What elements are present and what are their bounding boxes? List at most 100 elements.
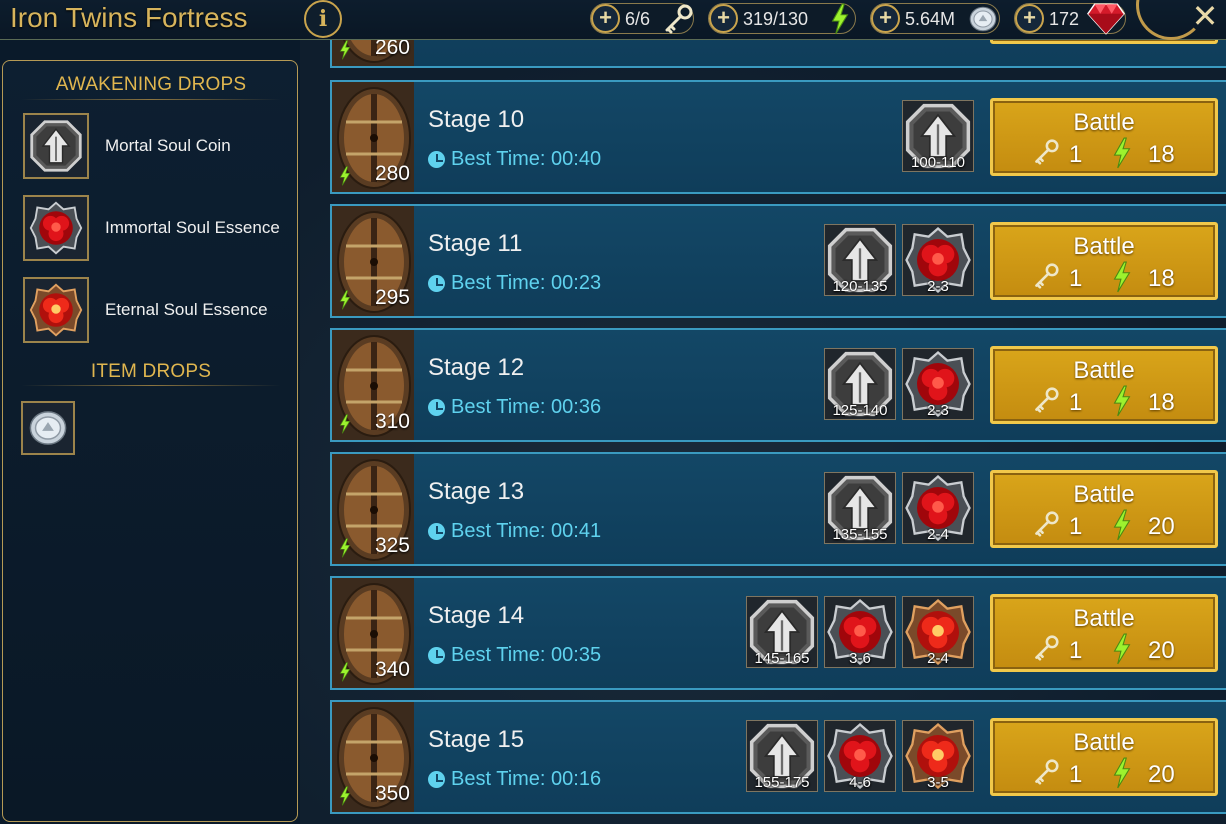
- stage-name: Stage 11: [428, 230, 523, 257]
- silver-key-icon: [663, 4, 693, 34]
- silver-coin-icon: [967, 3, 999, 35]
- stage-name: Stage 10: [428, 106, 525, 133]
- gems-value: 172: [1049, 9, 1080, 29]
- key-cost: 1: [1069, 389, 1083, 416]
- stage-power: 310: [374, 410, 410, 433]
- stage-name: Stage 15: [428, 726, 525, 753]
- info-button[interactable]: i: [304, 0, 342, 38]
- close-button[interactable]: ✕: [1188, 0, 1222, 34]
- battle-button[interactable]: Battle 1 18: [990, 222, 1218, 300]
- reward-slot[interactable]: 2-4: [902, 472, 974, 544]
- reward-slot[interactable]: 3-5: [902, 720, 974, 792]
- divider: [21, 99, 281, 100]
- key-cost: 1: [1069, 141, 1083, 168]
- best-time-text: Best Time: 00:40: [451, 148, 602, 170]
- energy-bolt-icon: [1111, 137, 1133, 169]
- reward-slot[interactable]: 155-175: [746, 720, 818, 792]
- divider: [21, 385, 281, 386]
- battle-button[interactable]: Battle 1 20: [990, 470, 1218, 548]
- battle-button[interactable]: Battle 1 20: [990, 718, 1218, 796]
- drop-label: Eternal Soul Essence: [105, 300, 268, 319]
- energy-cost: 20: [1148, 761, 1175, 788]
- battle-button[interactable]: Battle 1 18: [990, 346, 1218, 424]
- reward-quantity: 3-6: [849, 650, 871, 667]
- add-energy-button[interactable]: +: [709, 4, 738, 33]
- battle-button[interactable]: Battle 1 20: [990, 594, 1218, 672]
- energy-bolt-icon: [1111, 261, 1133, 293]
- stage-row: 310 Stage 12 Best Time: 00:36 125-140 2-3…: [330, 328, 1226, 442]
- reward-slot[interactable]: 4-6: [824, 720, 896, 792]
- reward-slot[interactable]: 120-135: [824, 224, 896, 296]
- silver-key-icon: [1033, 139, 1059, 165]
- stage-power: 325: [374, 534, 410, 557]
- battle-label: Battle: [1073, 481, 1135, 508]
- best-time-text: Best Time: 00:35: [451, 644, 602, 666]
- reward-quantity: 155-175: [754, 774, 810, 791]
- reward-slot[interactable]: 145-165: [746, 596, 818, 668]
- best-time: Best Time: 00:36: [428, 396, 601, 419]
- eternal-soul-essence-icon: [23, 277, 89, 343]
- reward-quantity: 2-3: [927, 402, 949, 419]
- energy-cost: 20: [1148, 513, 1175, 540]
- stage-power: 280: [374, 162, 410, 185]
- battle-label: Battle: [1073, 109, 1135, 136]
- reward-quantity: 145-165: [754, 650, 810, 667]
- stage-power: 260: [374, 40, 410, 59]
- mortal-soul-coin-icon: [23, 113, 89, 179]
- clock-icon: [428, 275, 445, 292]
- key-cost: 1: [1069, 265, 1083, 292]
- silver-coin-icon: [26, 406, 70, 450]
- silver-key-icon: [1033, 511, 1059, 537]
- silver-key-icon: [1033, 263, 1059, 289]
- best-time-text: Best Time: 00:23: [451, 272, 602, 294]
- battle-label: Battle: [1073, 605, 1135, 632]
- awakening-drop-row[interactable]: Mortal Soul Coin: [23, 113, 293, 179]
- awakening-drop-row[interactable]: Immortal Soul Essence: [23, 195, 293, 261]
- reward-slot[interactable]: 2-3: [902, 224, 974, 296]
- stage-power: 295: [374, 286, 410, 309]
- reward-quantity: 125-140: [832, 402, 888, 419]
- stage-row: 350 Stage 15 Best Time: 00:16 155-175 4-6…: [330, 700, 1226, 814]
- energy-cost: 18: [1148, 265, 1175, 292]
- key-cost: 1: [1069, 637, 1083, 664]
- reward-quantity: 2-4: [927, 526, 949, 543]
- reward-slot[interactable]: 135-155: [824, 472, 896, 544]
- stage-row: 295 Stage 11 Best Time: 00:23 120-135 2-3…: [330, 204, 1226, 318]
- clock-icon: [428, 647, 445, 664]
- reward-quantity: 4-6: [849, 774, 871, 791]
- resource-energy: + 319/130: [708, 3, 856, 34]
- clock-icon: [428, 399, 445, 416]
- reward-slot[interactable]: 2-4: [902, 596, 974, 668]
- reward-quantity: 135-155: [832, 526, 888, 543]
- item-drop-slot[interactable]: [21, 401, 75, 455]
- add-gems-button[interactable]: +: [1015, 4, 1044, 33]
- battle-button[interactable]: Battle 1 18: [990, 98, 1218, 176]
- resource-silver: + 5.64M: [870, 3, 1000, 34]
- item-drops-title: ITEM DROPS: [90, 361, 212, 382]
- stage-row: 280 Stage 10 Best Time: 00:40 100-110 Ba…: [330, 80, 1226, 194]
- best-time-text: Best Time: 00:16: [451, 768, 602, 790]
- energy-cost: 18: [1148, 141, 1175, 168]
- reward-slot[interactable]: 2-3: [902, 348, 974, 420]
- reward-quantity: 3-5: [927, 774, 949, 791]
- immortal-soul-essence-icon: [23, 195, 89, 261]
- best-time: Best Time: 00:41: [428, 520, 601, 543]
- reward-slot[interactable]: 100-110: [902, 100, 974, 172]
- best-time: Best Time: 00:35: [428, 644, 601, 667]
- energy-bolt-icon: [829, 3, 851, 35]
- reward-slot[interactable]: 3-6: [824, 596, 896, 668]
- reward-slot[interactable]: 125-140: [824, 348, 896, 420]
- stage-list[interactable]: 260 280 Stage 10 Best Time: 00:40 100-11…: [330, 40, 1226, 824]
- add-silver-button[interactable]: +: [871, 4, 900, 33]
- resource-gems: + 172: [1014, 3, 1126, 34]
- best-time: Best Time: 00:40: [428, 148, 601, 171]
- best-time-text: Best Time: 00:41: [451, 520, 602, 542]
- clock-icon: [428, 771, 445, 788]
- add-keys-button[interactable]: +: [591, 4, 620, 33]
- battle-button[interactable]: [990, 40, 1218, 44]
- drops-box: AWAKENING DROPS Mortal Soul Coin Immorta…: [2, 60, 298, 822]
- awakening-drop-row[interactable]: Eternal Soul Essence: [23, 277, 293, 343]
- battle-label: Battle: [1073, 233, 1135, 260]
- stage-name: Stage 12: [428, 354, 525, 381]
- keys-value: 6/6: [625, 9, 651, 29]
